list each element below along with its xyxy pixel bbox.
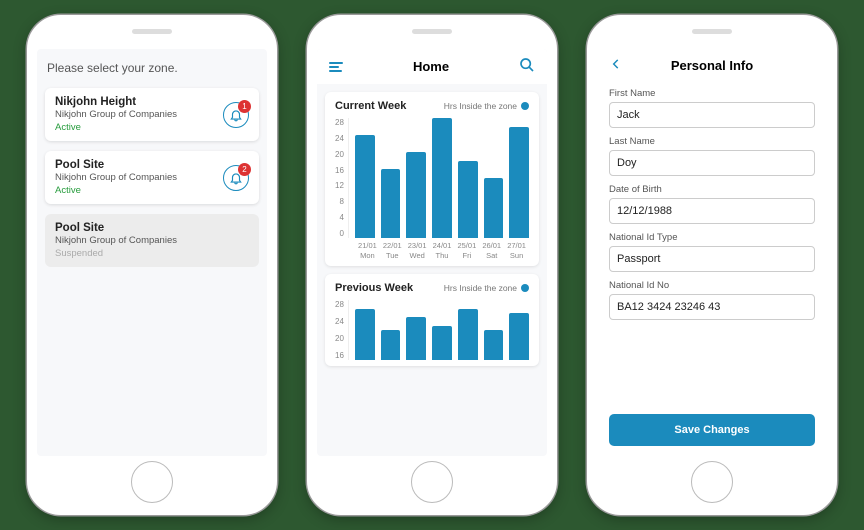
chart-bar [458, 309, 478, 360]
page-title: Personal Info [597, 58, 827, 73]
legend-label: Hrs Inside the zone [444, 283, 517, 293]
first-name-field[interactable] [609, 102, 815, 128]
x-tick: 22/01Tue [380, 241, 405, 260]
chart-bar [355, 135, 375, 238]
chart-legend: Hrs Inside the zone [444, 283, 529, 293]
zone-subtitle: Nikjohn Group of Companies [55, 172, 249, 183]
page-title: Home [413, 59, 449, 74]
chart-bar [484, 178, 504, 238]
id-no-field[interactable] [609, 294, 815, 320]
chart-bar [484, 330, 504, 360]
phone-zone-select: Please select your zone. Nikjohn Height … [27, 15, 277, 515]
chart-bar [509, 313, 529, 360]
first-name-label: First Name [609, 88, 815, 99]
chart-bar [406, 317, 426, 360]
x-tick: 21/01Mon [355, 241, 380, 260]
save-button[interactable]: Save Changes [609, 414, 815, 446]
chart-bar [381, 169, 401, 238]
screen: Please select your zone. Nikjohn Height … [37, 49, 267, 456]
y-axis: 28242016 [335, 300, 348, 360]
chart-bar [381, 330, 401, 360]
legend-dot-icon [521, 102, 529, 110]
prompt-text: Please select your zone. [37, 49, 267, 83]
chart-title: Current Week [335, 100, 406, 112]
chart-bar [406, 152, 426, 238]
menu-icon[interactable] [329, 62, 343, 72]
zone-status: Active [55, 185, 249, 196]
phone-home-charts: Home Current Week Hrs Inside the zone 28… [307, 15, 557, 515]
bell-icon[interactable]: 1 [223, 102, 249, 128]
screen: Personal Info First Name Last Name Date … [597, 49, 827, 456]
chart-title: Previous Week [335, 282, 413, 294]
zone-title: Pool Site [55, 222, 249, 234]
chart-bar [509, 127, 529, 238]
chart-card-current-week: Current Week Hrs Inside the zone 2824201… [325, 92, 539, 266]
notification-badge: 1 [238, 100, 251, 113]
zone-card-suspended[interactable]: Pool Site Nikjohn Group of Companies Sus… [45, 214, 259, 267]
zone-card[interactable]: Pool Site Nikjohn Group of Companies Act… [45, 151, 259, 204]
bell-icon[interactable]: 2 [223, 165, 249, 191]
form: First Name Last Name Date of Birth Natio… [597, 82, 827, 456]
search-icon[interactable] [519, 57, 535, 76]
x-tick: 23/01Wed [405, 241, 430, 260]
chart-bar [355, 309, 375, 360]
zone-status: Suspended [55, 248, 249, 259]
zone-title: Nikjohn Height [55, 96, 249, 108]
zone-status: Active [55, 122, 249, 133]
zone-subtitle: Nikjohn Group of Companies [55, 109, 249, 120]
y-axis: 2824201612840 [335, 118, 348, 238]
legend-dot-icon [521, 284, 529, 292]
chart-bar [432, 118, 452, 238]
chart-card-previous-week: Previous Week Hrs Inside the zone 282420… [325, 274, 539, 366]
chart-legend: Hrs Inside the zone [444, 101, 529, 111]
x-tick: 24/01Thu [430, 241, 455, 260]
id-type-label: National Id Type [609, 232, 815, 243]
chart-bars [348, 118, 529, 238]
chart-bar [432, 326, 452, 360]
notification-badge: 2 [238, 163, 251, 176]
zone-card[interactable]: Nikjohn Height Nikjohn Group of Companie… [45, 88, 259, 141]
zone-title: Pool Site [55, 159, 249, 171]
x-tick: 25/01Fri [454, 241, 479, 260]
legend-label: Hrs Inside the zone [444, 101, 517, 111]
dob-field[interactable] [609, 198, 815, 224]
last-name-field[interactable] [609, 150, 815, 176]
nav-bar: Personal Info [597, 49, 827, 82]
phone-personal-info: Personal Info First Name Last Name Date … [587, 15, 837, 515]
x-tick: 27/01Sun [504, 241, 529, 260]
screen: Home Current Week Hrs Inside the zone 28… [317, 49, 547, 456]
x-tick: 26/01Sat [479, 241, 504, 260]
chart-bars [348, 300, 529, 360]
x-axis: 21/01Mon22/01Tue23/01Wed24/01Thu25/01Fri… [335, 241, 529, 260]
id-no-label: National Id No [609, 280, 815, 291]
id-type-field[interactable] [609, 246, 815, 272]
nav-bar: Home [317, 49, 547, 84]
zone-subtitle: Nikjohn Group of Companies [55, 235, 249, 246]
chart-bar [458, 161, 478, 238]
dob-label: Date of Birth [609, 184, 815, 195]
last-name-label: Last Name [609, 136, 815, 147]
